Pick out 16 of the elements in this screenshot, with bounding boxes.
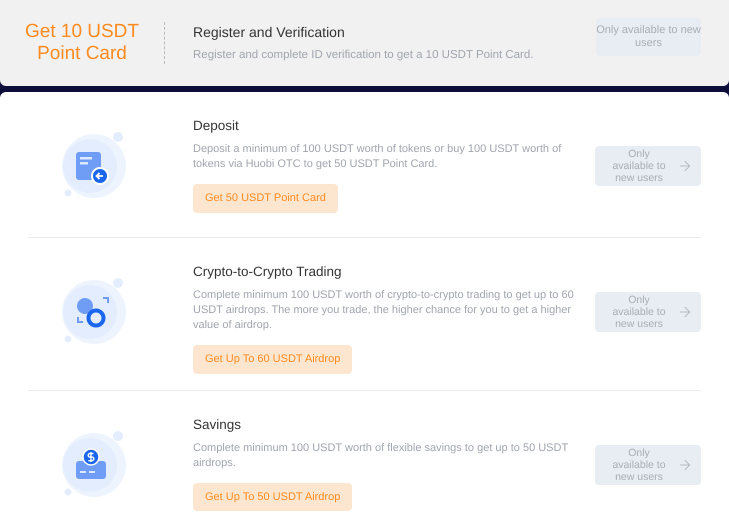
banner-description: Register and complete ID verification to get a 10 USDT Point Card.	[193, 48, 534, 63]
status-button[interactable]: Only available to new users	[596, 18, 701, 56]
status-button[interactable]: Only available to new users	[595, 292, 701, 332]
banner-title: Register and Verification	[193, 22, 346, 42]
reward-button[interactable]: Get 50 USDT Point Card	[193, 184, 338, 213]
task-description: Complete minimum 100 USDT worth of crypto-to-crypto trading to get up to 60 USDT airdrops. The more you trade, the higher chance for you to get a higher value of airdrop.	[193, 288, 575, 333]
status-button[interactable]: Only available to new users	[595, 444, 701, 484]
reward-button[interactable]: Get Up To 50 USDT Airdrop	[193, 482, 352, 512]
task-description: Deposit a minimum of 100 USDT worth of tokens or buy 100 USDT worth of tokens via Huobi OTC to get 50 USDT Point Card.	[193, 142, 562, 172]
reward-button[interactable]: Get Up To 60 USDT Airdrop	[193, 345, 352, 374]
banner-reward: Get 10 USDT Point Card	[24, 21, 140, 65]
task-title: Savings	[193, 416, 242, 434]
task-title: Crypto-to-Crypto Trading	[193, 262, 343, 281]
task-title: Deposit	[193, 117, 240, 135]
task-description: Complete minimum 100 USDT worth of flexible savings to get up to 50 USDT airdrops.	[193, 440, 569, 471]
status-button[interactable]: Only available to new users	[595, 146, 701, 186]
